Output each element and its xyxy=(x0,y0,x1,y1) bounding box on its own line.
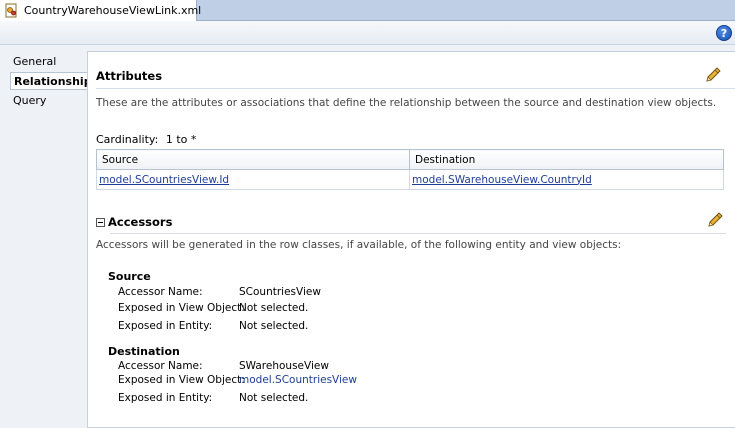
exposed-view-link[interactable]: model.SCountriesView xyxy=(239,374,357,386)
edit-attributes-pencil-icon[interactable] xyxy=(704,66,722,84)
editor-tab-strip: CountryWarehouseViewLink.xml xyxy=(0,0,735,21)
source-attribute-cell: model.SCountriesView.Id xyxy=(96,169,410,190)
nav-item-relationship[interactable]: Relationship xyxy=(10,72,92,90)
destination-accessor-title: Destination xyxy=(108,345,180,358)
relationship-table: Source Destination model.SCountriesView.… xyxy=(96,149,724,190)
accessors-section-header[interactable]: Accessors xyxy=(96,215,172,229)
nav-item-general[interactable]: General xyxy=(10,53,56,71)
exposed-entity-label: Exposed in Entity: xyxy=(118,320,213,332)
accessors-heading: Accessors xyxy=(108,215,173,229)
source-attribute-link[interactable]: model.SCountriesView.Id xyxy=(99,174,229,186)
exposed-entity-value: Not selected. xyxy=(239,320,309,332)
xml-file-icon xyxy=(4,3,19,18)
accessor-name-value: SCountriesView xyxy=(239,286,321,298)
exposed-entity-label: Exposed in Entity: xyxy=(118,392,213,404)
editor-nav: General Relationship Query xyxy=(0,45,92,428)
accessor-name-label: Accessor Name: xyxy=(118,286,203,298)
relationship-panel: Attributes These are the attributes or a… xyxy=(87,51,735,428)
accessors-separator xyxy=(110,233,726,234)
editor-toolbar: ? xyxy=(0,21,735,45)
exposed-view-label: Exposed in View Object: xyxy=(118,302,245,314)
tab-title: CountryWarehouseViewLink.xml xyxy=(24,4,202,17)
cardinality-label: Cardinality: xyxy=(96,133,159,146)
accessors-description: Accessors will be generated in the row c… xyxy=(96,239,622,251)
attributes-heading: Attributes xyxy=(96,69,163,83)
accessor-name-value: SWarehouseView xyxy=(239,360,329,372)
attributes-description: These are the attributes or associations… xyxy=(96,97,717,109)
exposed-entity-value: Not selected. xyxy=(239,392,309,404)
table-row: model.SCountriesView.Id model.SWarehouse… xyxy=(96,169,724,190)
help-icon[interactable]: ? xyxy=(716,25,732,41)
destination-attribute-link[interactable]: model.SWarehouseView.CountryId xyxy=(412,174,592,186)
cardinality-row: Cardinality: 1 to * xyxy=(96,133,200,146)
edit-accessors-pencil-icon[interactable] xyxy=(706,211,724,229)
editor-tab[interactable]: CountryWarehouseViewLink.xml xyxy=(0,0,201,21)
attributes-separator xyxy=(96,88,735,89)
source-accessor-title: Source xyxy=(108,270,151,283)
exposed-view-value: Not selected. xyxy=(239,302,309,314)
accessor-name-label: Accessor Name: xyxy=(118,360,203,372)
nav-item-query[interactable]: Query xyxy=(10,92,46,110)
cardinality-value: 1 to * xyxy=(165,133,197,146)
exposed-view-label: Exposed in View Object: xyxy=(118,374,245,386)
column-header-destination[interactable]: Destination xyxy=(409,149,724,170)
collapse-icon[interactable] xyxy=(96,217,105,227)
column-header-source[interactable]: Source xyxy=(96,149,410,170)
destination-attribute-cell: model.SWarehouseView.CountryId xyxy=(409,169,724,190)
